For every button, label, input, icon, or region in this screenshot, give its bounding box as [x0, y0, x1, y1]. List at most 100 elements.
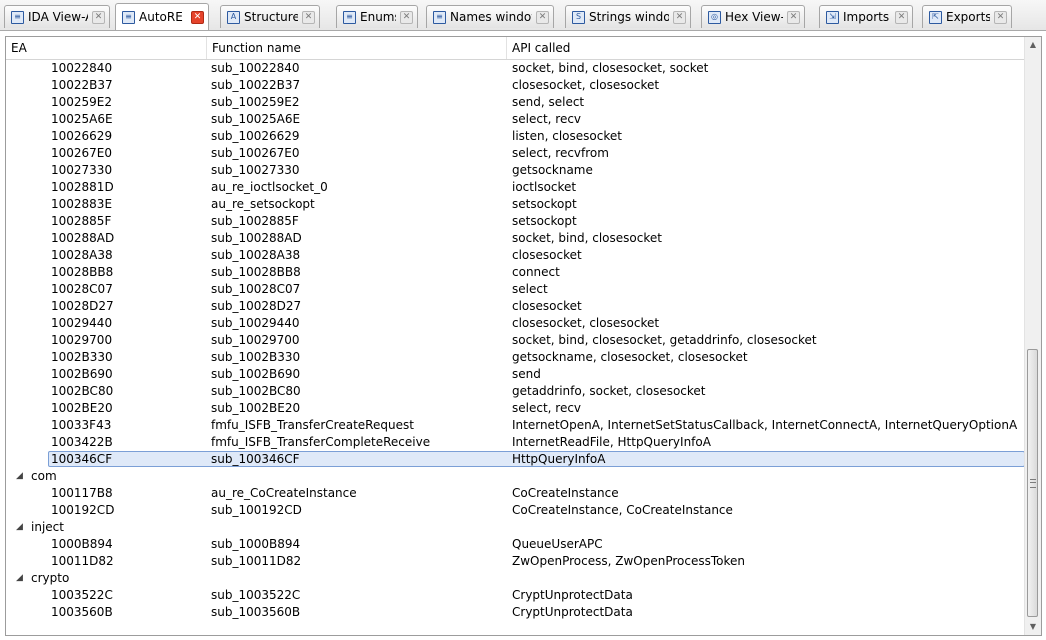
cell-function-name: sub_10022B37	[211, 78, 301, 92]
table-row[interactable]: 100267E0 sub_100267E0 select, recvfrom	[6, 145, 1026, 162]
table-row[interactable]: 1002B330 sub_1002B330 getsockname, closeso…	[6, 349, 1026, 366]
tab-hex-view-1[interactable]: ◎ Hex View-1 ✕	[701, 5, 805, 28]
cell-api-called: socket, bind, closesocket	[512, 231, 662, 245]
table-row[interactable]: 10022840 sub_10022840 socket, bind, closes…	[6, 60, 1026, 77]
close-icon[interactable]: ✕	[787, 10, 800, 24]
table-row[interactable]: 1002885F sub_1002885F setsockopt	[6, 213, 1026, 230]
cell-api-called: send	[512, 367, 541, 381]
cell-ea: 1002883E	[51, 197, 113, 211]
table-row[interactable]: 10028D27 sub_10028D27 closesocket	[6, 298, 1026, 315]
tab-imports[interactable]: ⇲ Imports ✕	[819, 5, 913, 28]
cell-ea: 10029700	[51, 333, 113, 347]
tab-label: Exports	[946, 10, 990, 24]
table-row[interactable]: 10028C07 sub_10028C07 select	[6, 281, 1026, 298]
tab-autore[interactable]: ≡ AutoRE ✕	[115, 3, 209, 30]
table-row[interactable]: 10029700 sub_10029700 socket, bind, closes…	[6, 332, 1026, 349]
cell-api-called: select, recv	[512, 112, 582, 126]
table-row[interactable]: 10027330 sub_10027330 getsockname	[6, 162, 1026, 179]
cell-api-called: setsockopt	[512, 197, 577, 211]
cell-api-called: closesocket	[512, 299, 582, 313]
cell-api-called: closesocket, closesocket	[512, 316, 660, 330]
names-icon: ≡	[433, 10, 446, 24]
table-row[interactable]: 10026629 sub_10026629 listen, closesocket	[6, 128, 1026, 145]
tab-label: Structures	[244, 10, 298, 24]
imports-icon: ⇲	[826, 10, 839, 24]
close-icon[interactable]: ✕	[400, 10, 413, 24]
table-row[interactable]: 1002881D au_re_ioctlsocket_0 ioctlsocket	[6, 179, 1026, 196]
tab-exports[interactable]: ⇱ Exports ✕	[922, 5, 1012, 28]
table-row-selected[interactable]: 100346CF sub_100346CF HttpQueryInfoA	[6, 451, 1026, 468]
cell-function-name: sub_1002B330	[211, 350, 301, 364]
tab-names-window[interactable]: ≡ Names window ✕	[426, 5, 554, 28]
scroll-down-arrow-icon[interactable]: ▼	[1025, 619, 1041, 635]
tab-structures[interactable]: A Structures ✕	[220, 5, 320, 28]
tab-ida-view-a[interactable]: ≡ IDA View-A ✕	[4, 5, 110, 28]
close-icon[interactable]: ✕	[994, 10, 1007, 24]
table-row[interactable]: 1002BE20 sub_1002BE20 select, recv	[6, 400, 1026, 417]
table-row[interactable]: 10022B37 sub_10022B37 closesocket, closeso…	[6, 77, 1026, 94]
group-header-row[interactable]: ◢ crypto	[6, 570, 1026, 587]
table-row[interactable]: 100192CD sub_100192CD CoCreateInstance, Co…	[6, 502, 1026, 519]
column-header-api-called[interactable]: API called	[507, 37, 1026, 59]
cell-api-called: select, recvfrom	[512, 146, 609, 160]
table-row[interactable]: 10011D82 sub_10011D82 ZwOpenProcess, ZwOpe…	[6, 553, 1026, 570]
cell-api-called: QueueUserAPC	[512, 537, 603, 551]
close-icon[interactable]: ✕	[92, 10, 105, 24]
scroll-up-arrow-icon[interactable]: ▲	[1025, 37, 1041, 53]
cell-function-name: au_re_setsockopt	[211, 197, 315, 211]
table-row[interactable]: 1003522C sub_1003522C CryptUnprotectData	[6, 587, 1026, 604]
cell-ea: 10011D82	[51, 554, 114, 568]
table-row[interactable]: 1002BC80 sub_1002BC80 getaddrinfo, socket,…	[6, 383, 1026, 400]
table-row[interactable]: 1000B894 sub_1000B894 QueueUserAPC	[6, 536, 1026, 553]
table-row[interactable]: 10028BB8 sub_10028BB8 connect	[6, 264, 1026, 281]
column-header-ea[interactable]: EA	[6, 37, 207, 59]
table-row[interactable]: 10033F43 fmfu_ISFB_TransferCreateRequest I…	[6, 417, 1026, 434]
cell-ea: 1003522C	[51, 588, 113, 602]
cell-api-called: closesocket, closesocket	[512, 78, 660, 92]
collapse-arrow-icon[interactable]: ◢	[16, 570, 23, 587]
table-row[interactable]: 1003422B fmfu_ISFB_TransferCompleteReceiv…	[6, 434, 1026, 451]
close-icon[interactable]: ✕	[536, 10, 549, 24]
column-header-row: EA Function name API called	[6, 37, 1026, 60]
cell-ea: 10028A38	[51, 248, 113, 262]
list-body: 10022840 sub_10022840 socket, bind, closes…	[6, 60, 1026, 621]
cell-function-name: sub_1000B894	[211, 537, 301, 551]
cell-ea: 1000B894	[51, 537, 113, 551]
tab-enums[interactable]: ≡ Enums ✕	[336, 5, 418, 28]
table-row[interactable]: 1002883E au_re_setsockopt setsockopt	[6, 196, 1026, 213]
cell-api-called: closesocket	[512, 248, 582, 262]
close-icon[interactable]: ✕	[673, 10, 686, 24]
close-icon[interactable]: ✕	[895, 10, 908, 24]
group-header-row[interactable]: ◢ com	[6, 468, 1026, 485]
cell-function-name: sub_10028C07	[211, 282, 301, 296]
cell-api-called: getsockname	[512, 163, 593, 177]
close-icon[interactable]: ✕	[302, 10, 315, 24]
table-row[interactable]: 100117B8 au_re_CoCreateInstance CoCreateIn…	[6, 485, 1026, 502]
cell-api-called: CryptUnprotectData	[512, 605, 633, 619]
cell-ea: 100259E2	[51, 95, 113, 109]
table-row[interactable]: 100288AD sub_100288AD socket, bind, closes…	[6, 230, 1026, 247]
exports-icon: ⇱	[929, 10, 942, 24]
cell-function-name: sub_100288AD	[211, 231, 302, 245]
group-header-row[interactable]: ◢ inject	[6, 519, 1026, 536]
tab-label: Names window	[450, 10, 532, 24]
collapse-arrow-icon[interactable]: ◢	[16, 519, 23, 536]
table-row[interactable]: 10028A38 sub_10028A38 closesocket	[6, 247, 1026, 264]
cell-api-called: CoCreateInstance, CoCreateInstance	[512, 503, 733, 517]
collapse-arrow-icon[interactable]: ◢	[16, 468, 23, 485]
cell-function-name: fmfu_ISFB_TransferCompleteReceive	[211, 435, 431, 449]
table-row[interactable]: 10029440 sub_10029440 closesocket, closeso…	[6, 315, 1026, 332]
close-icon[interactable]: ✕	[191, 10, 204, 24]
vertical-scrollbar[interactable]: ▲ ▼	[1024, 37, 1041, 635]
enums-icon: ≡	[343, 10, 356, 24]
tab-label: Enums	[360, 10, 396, 24]
column-header-function-name[interactable]: Function name	[207, 37, 507, 59]
table-row[interactable]: 1002B690 sub_1002B690 send	[6, 366, 1026, 383]
table-row[interactable]: 1003560B sub_1003560B CryptUnprotectData	[6, 604, 1026, 621]
scrollbar-thumb[interactable]	[1027, 349, 1038, 617]
cell-function-name: sub_100259E2	[211, 95, 300, 109]
table-row[interactable]: 10025A6E sub_10025A6E select, recv	[6, 111, 1026, 128]
autore-list-view[interactable]: EA Function name API called 10022840 sub_…	[5, 36, 1042, 636]
tab-strings-window[interactable]: S Strings window ✕	[565, 5, 691, 28]
table-row[interactable]: 100259E2 sub_100259E2 send, select	[6, 94, 1026, 111]
